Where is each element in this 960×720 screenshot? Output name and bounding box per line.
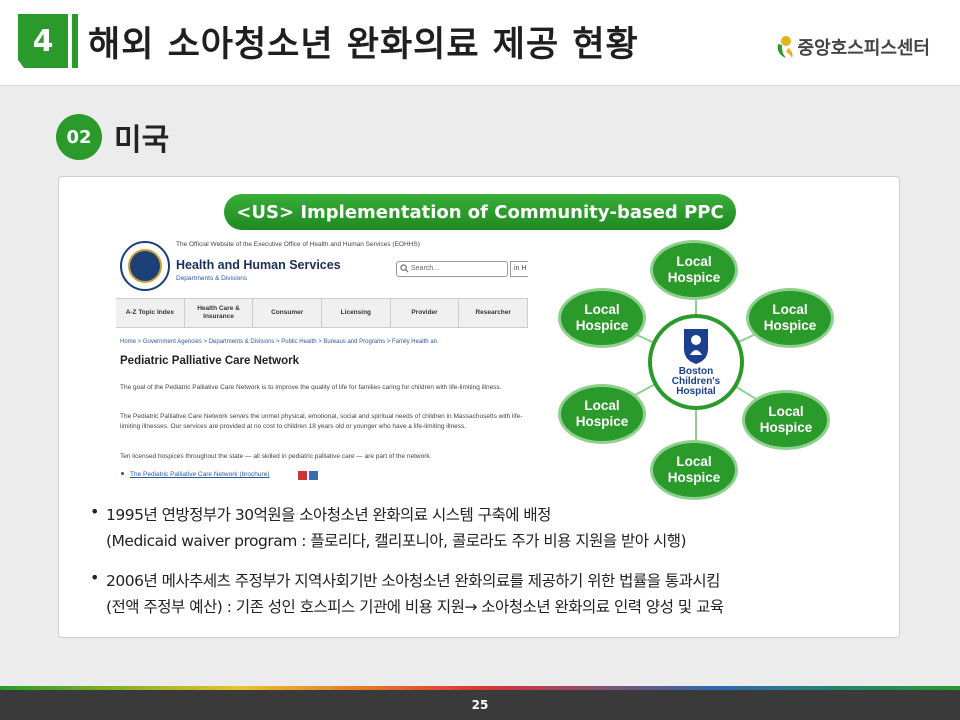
implementation-banner: <US> Implementation of Community-based P…	[224, 194, 736, 230]
bullet-list: • 1995년 연방정부가 30억원을 소아청소년 완화의료 시스템 구축에 배…	[90, 502, 890, 634]
search-icon	[400, 264, 409, 273]
center-logo: 중앙호스피스센터	[774, 34, 930, 60]
bullet-line: (Medicaid waiver program : 플로리다, 캘리포니아, …	[106, 532, 687, 550]
hospital-name-line: Hospital	[676, 386, 716, 397]
site-header: The Official Website of the Executive Of…	[116, 238, 528, 294]
site-brochure-link: The Pediatric Palliative Care Network (b…	[130, 471, 270, 478]
site-paragraph: The goal of the Pediatric Palliative Car…	[120, 384, 502, 391]
site-nav: A-Z Topic Index Health Care & Insurance …	[116, 298, 528, 328]
page-number: 25	[471, 698, 489, 712]
bullet-marker: •	[90, 568, 99, 587]
bullet-line: 2006년 메사추세츠 주정부가 지역사회기반 소아청소년 완화의료를 제공하기…	[106, 572, 720, 590]
bullet-item: • 1995년 연방정부가 30억원을 소아청소년 완화의료 시스템 구축에 배…	[90, 502, 890, 554]
site-nav-item: Provider	[391, 299, 460, 327]
boston-childrens-hospital: Boston Children's Hospital	[648, 314, 744, 410]
subsection-title: 미국	[114, 123, 170, 158]
site-official-line: The Official Website of the Executive Of…	[176, 241, 420, 248]
site-nav-item: Licensing	[322, 299, 391, 327]
site-search-scope: in H	[510, 261, 528, 277]
section-number: 4	[18, 14, 68, 68]
local-hospice-node: Local Hospice	[558, 384, 646, 444]
site-nav-item: A-Z Topic Index	[116, 299, 185, 327]
doc-icon	[309, 471, 318, 480]
bullet-line: 1995년 연방정부가 30억원을 소아청소년 완화의료 시스템 구축에 배정	[106, 506, 551, 524]
bullet-marker: •	[90, 502, 99, 521]
site-heading: Pediatric Palliative Care Network	[120, 355, 299, 367]
local-hospice-node: Local Hospice	[650, 440, 738, 500]
bullet-line: (전액 주정부 예산) : 기존 성인 호스피스 기관에 비용 지원→ 소아청소…	[106, 598, 724, 616]
local-hospice-node: Local Hospice	[746, 288, 834, 348]
logo-text: 중앙호스피스센터	[797, 38, 930, 59]
site-breadcrumb: Home > Government Agencies > Departments…	[120, 339, 437, 345]
site-nav-item: Consumer	[253, 299, 323, 327]
hospital-logo-icon	[684, 329, 708, 364]
massachusetts-seal-icon	[120, 241, 170, 291]
subsection-number: 02	[56, 114, 102, 160]
local-hospice-node: Local Hospice	[742, 390, 830, 450]
site-paragraph: Ten licensed hospices throughout the sta…	[120, 453, 432, 460]
site-nav-item: Researcher	[459, 299, 528, 327]
site-nav-item: Health Care & Insurance	[185, 299, 254, 327]
footer: 25	[0, 690, 960, 720]
hospital-name: Boston Children's Hospital	[672, 367, 721, 397]
logo-icon	[777, 36, 793, 58]
bullet-item: • 2006년 메사추세츠 주정부가 지역사회기반 소아청소년 완화의료를 제공…	[90, 568, 890, 620]
pdf-icon	[298, 471, 307, 480]
hospice-network-diagram: Local Hospice Local Hospice Local Hospice L…	[556, 236, 836, 500]
local-hospice-node: Local Hospice	[558, 288, 646, 348]
site-departments-link: Departments & Divisions	[176, 275, 248, 282]
site-search-input: Search...	[396, 261, 508, 277]
local-hospice-node: Local Hospice	[650, 240, 738, 300]
header: 4 해외 소아청소년 완화의료 제공 현황 중앙호스피스센터	[0, 0, 960, 86]
website-screenshot: The Official Website of the Executive Of…	[116, 238, 528, 490]
site-paragraph: The Pediatric Palliative Care Network se…	[120, 413, 523, 430]
site-bullet-dot	[121, 472, 124, 475]
site-name: Health and Human Services	[176, 258, 341, 272]
page-title: 해외 소아청소년 완화의료 제공 현황	[88, 24, 639, 65]
section-stripe	[72, 14, 78, 68]
